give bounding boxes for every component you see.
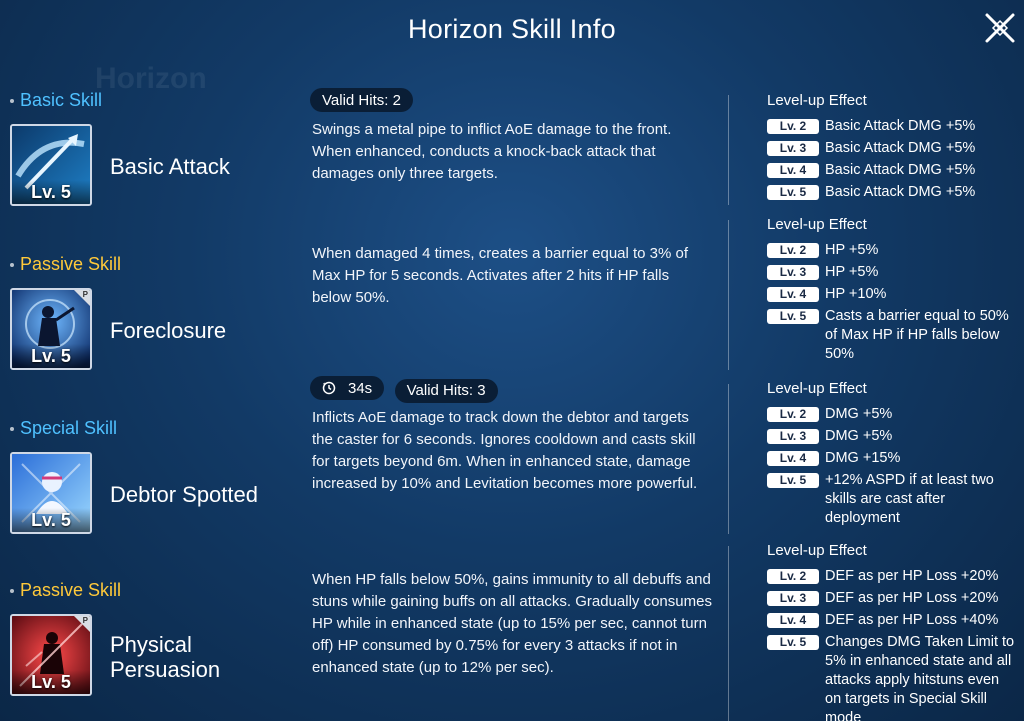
levelup-panel: Level-up Effect Lv. 2 HP +5% Lv. 3 HP +5% … — [767, 216, 1017, 367]
levelup-row: Lv. 4 HP +10% — [767, 285, 1017, 304]
level-badge: Lv. 3 — [767, 429, 819, 444]
skill-icon-debtor-spotted[interactable]: Lv. 5 — [10, 452, 92, 534]
cooldown-icon — [322, 381, 336, 395]
skill-level-label: Lv. 5 — [12, 344, 90, 368]
skill-description: Inflicts AoE damage to track down the de… — [312, 409, 698, 492]
passive-badge-letter: P — [82, 616, 88, 625]
levelup-text: DMG +5% — [825, 428, 893, 444]
skill-name: Basic Attack — [110, 154, 230, 179]
header: Horizon Skill Info — [0, 0, 1024, 60]
levelup-row: Lv. 5 +12% ASPD if at least two skills ar… — [767, 471, 1017, 528]
levelup-row: Lv. 3 DEF as per HP Loss +20% — [767, 589, 1017, 608]
column-divider — [728, 220, 729, 370]
levelup-row: Lv. 5 Changes DMG Taken Limit to 5% in en… — [767, 633, 1017, 721]
close-icon — [985, 13, 1015, 43]
column-divider — [728, 384, 729, 534]
levelup-title: Level-up Effect — [767, 216, 867, 233]
skill-description: Swings a metal pipe to inflict AoE damag… — [312, 121, 672, 182]
skill-pills: Valid Hits: 2 — [310, 88, 419, 112]
levelup-text: HP +5% — [825, 242, 879, 258]
level-badge: Lv. 4 — [767, 613, 819, 628]
levelup-title: Level-up Effect — [767, 380, 867, 397]
levelup-panel: Level-up Effect Lv. 2 DEF as per HP Loss … — [767, 542, 1017, 721]
levelup-row: Lv. 4 Basic Attack DMG +5% — [767, 161, 1017, 180]
skill-level-label: Lv. 5 — [12, 670, 90, 694]
levelup-row: Lv. 3 Basic Attack DMG +5% — [767, 139, 1017, 158]
levelup-row: Lv. 2 HP +5% — [767, 241, 1017, 260]
cooldown-value: 34s — [348, 379, 373, 397]
level-badge: Lv. 2 — [767, 407, 819, 422]
level-badge: Lv. 5 — [767, 635, 819, 650]
cooldown-pill: 34s — [310, 376, 385, 400]
levelup-title: Level-up Effect — [767, 542, 867, 559]
level-badge: Lv. 3 — [767, 591, 819, 606]
levelup-text: Casts a barrier equal to 50% of Max HP i… — [825, 308, 1009, 362]
skill-name: Physical Persuasion — [110, 632, 221, 682]
page-title: Horizon Skill Info — [408, 14, 616, 44]
skill-category-label: Special Skill — [10, 418, 117, 439]
skill-category-label: Basic Skill — [10, 90, 102, 111]
levelup-row: Lv. 2 DEF as per HP Loss +20% — [767, 567, 1017, 586]
levelup-text: Basic Attack DMG +5% — [825, 184, 976, 200]
levelup-text: Basic Attack DMG +5% — [825, 162, 976, 178]
skill-category-label: Passive Skill — [10, 254, 121, 275]
skill-category-label: Passive Skill — [10, 580, 121, 601]
level-badge: Lv. 5 — [767, 473, 819, 488]
level-badge: Lv. 2 — [767, 569, 819, 584]
level-badge: Lv. 3 — [767, 141, 819, 156]
levelup-text: HP +10% — [825, 286, 887, 302]
background-character-name: Horizon — [95, 62, 207, 95]
levelup-text: DEF as per HP Loss +20% — [825, 568, 999, 584]
valid-hits-pill: Valid Hits: 3 — [394, 378, 498, 403]
levelup-row: Lv. 4 DEF as per HP Loss +40% — [767, 611, 1017, 630]
level-badge: Lv. 2 — [767, 243, 819, 258]
skill-icon-basic-attack[interactable]: Lv. 5 — [10, 124, 92, 206]
levelup-text: DEF as per HP Loss +40% — [825, 612, 999, 628]
level-badge: Lv. 4 — [767, 451, 819, 466]
levelup-row: Lv. 2 Basic Attack DMG +5% — [767, 117, 1017, 136]
levelup-row: Lv. 2 DMG +5% — [767, 405, 1017, 424]
level-badge: Lv. 3 — [767, 265, 819, 280]
level-badge: Lv. 5 — [767, 185, 819, 200]
valid-hits-pill: Valid Hits: 2 — [310, 88, 413, 112]
level-badge: Lv. 4 — [767, 287, 819, 302]
bullet-dot — [10, 98, 14, 103]
level-badge: Lv. 2 — [767, 119, 819, 134]
level-badge: Lv. 4 — [767, 163, 819, 178]
passive-badge-letter: P — [82, 290, 88, 299]
skill-icon-foreclosure[interactable]: P Lv. 5 — [10, 288, 92, 370]
levelup-row: Lv. 3 DMG +5% — [767, 427, 1017, 446]
close-button[interactable] — [982, 10, 1018, 46]
levelup-text: Changes DMG Taken Limit to 5% in enhance… — [825, 634, 1015, 721]
levelup-text: HP +5% — [825, 264, 879, 280]
skill-description: When damaged 4 times, creates a barrier … — [312, 245, 689, 306]
skill-name: Debtor Spotted — [110, 482, 258, 507]
level-badge: Lv. 5 — [767, 309, 819, 324]
skill-icon-physical-persuasion[interactable]: P Lv. 5 — [10, 614, 92, 696]
skill-pills: 34s Valid Hits: 3 — [310, 376, 504, 403]
levelup-row: Lv. 5 Basic Attack DMG +5% — [767, 183, 1017, 202]
levelup-title: Level-up Effect — [767, 92, 867, 109]
column-divider — [728, 546, 729, 721]
skill-level-label: Lv. 5 — [12, 508, 90, 532]
bullet-dot — [10, 588, 14, 593]
bullet-dot — [10, 426, 14, 431]
column-divider — [728, 95, 729, 205]
levelup-text: DMG +15% — [825, 450, 901, 466]
levelup-text: DMG +5% — [825, 406, 893, 422]
levelup-text: DEF as per HP Loss +20% — [825, 590, 999, 606]
levelup-row: Lv. 3 HP +5% — [767, 263, 1017, 282]
skill-description: When HP falls below 50%, gains immunity … — [312, 571, 712, 676]
levelup-panel: Level-up Effect Lv. 2 DMG +5% Lv. 3 DMG +5… — [767, 380, 1017, 531]
levelup-text: Basic Attack DMG +5% — [825, 140, 976, 156]
levelup-panel: Level-up Effect Lv. 2 Basic Attack DMG +5… — [767, 92, 1017, 205]
bullet-dot — [10, 262, 14, 267]
levelup-text: Basic Attack DMG +5% — [825, 118, 976, 134]
skill-level-label: Lv. 5 — [12, 180, 90, 204]
levelup-row: Lv. 5 Casts a barrier equal to 50% of Max… — [767, 307, 1017, 364]
levelup-text: +12% ASPD if at least two skills are cas… — [825, 472, 994, 526]
skill-name: Foreclosure — [110, 318, 227, 343]
levelup-row: Lv. 4 DMG +15% — [767, 449, 1017, 468]
